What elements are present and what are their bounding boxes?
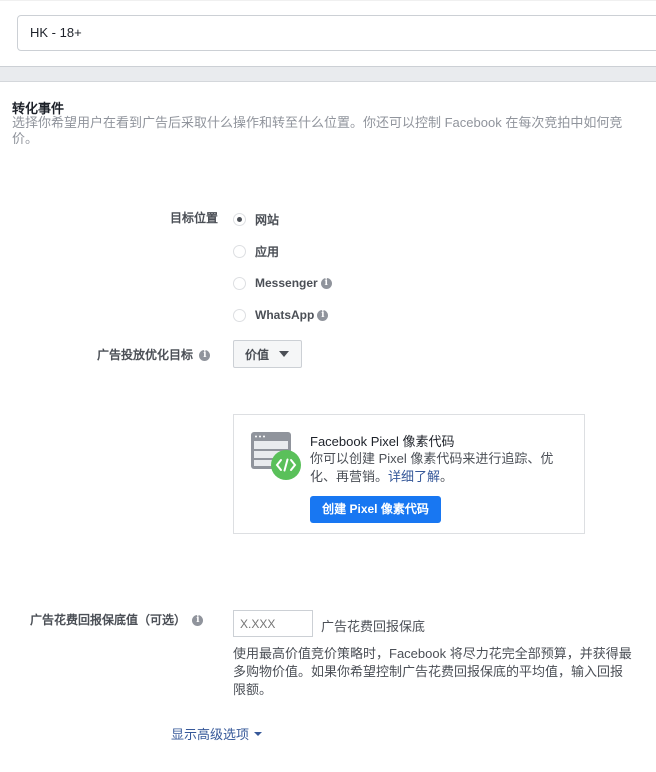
optimization-goal-dropdown[interactable]: 价值: [233, 340, 302, 368]
roas-floor-suffix: 广告花费回报保底: [321, 619, 426, 634]
pixel-desc-suffix: 。: [440, 469, 454, 484]
pixel-card: Facebook Pixel 像素代码 你可以创建 Pixel 像素代码来进行追…: [233, 414, 585, 534]
info-icon[interactable]: i: [320, 277, 332, 289]
info-icon[interactable]: i: [317, 309, 329, 321]
roas-help-text: 使用最高价值竞价策略时，Facebook 将尽力花完全部预算，并获得最多购物价值…: [233, 646, 632, 697]
optimization-goal-text: 广告投放优化目标: [97, 348, 194, 362]
destination-option-messenger[interactable]: Messenger i: [233, 275, 332, 291]
optimization-goal-label: 广告投放优化目标 i: [97, 346, 211, 363]
show-advanced-options-link[interactable]: 显示高级选项: [171, 724, 263, 743]
section-divider: [0, 66, 656, 82]
conversion-section: 转化事件 选择你希望用户在看到广告后采取什么操作和转至什么位置。你还可以控制 F…: [0, 82, 656, 772]
pixel-card-description: 你可以创建 Pixel 像素代码来进行追踪、优化、再营销。详细了解。: [310, 450, 570, 486]
dropdown-value: 价值: [245, 347, 270, 362]
pixel-card-title: Facebook Pixel 像素代码: [310, 434, 455, 449]
info-icon[interactable]: i: [199, 350, 211, 362]
destination-option-whatsapp[interactable]: WhatsApp i: [233, 307, 329, 323]
caret-down-icon: [279, 351, 290, 357]
option-label: Messenger: [255, 276, 318, 290]
create-pixel-button[interactable]: 创建 Pixel 像素代码: [310, 496, 441, 523]
radio-button[interactable]: [233, 244, 246, 258]
option-label: WhatsApp: [255, 308, 315, 322]
option-label: 网站: [255, 212, 280, 227]
audience-section: HK - 18+: [0, 0, 656, 66]
radio-button[interactable]: [233, 212, 246, 226]
roas-floor-input[interactable]: [233, 610, 313, 637]
browser-code-icon: [251, 432, 301, 480]
advanced-options-label: 显示高级选项: [171, 727, 250, 742]
radio-button[interactable]: [233, 276, 246, 290]
destination-label: 目标位置: [170, 211, 219, 225]
info-icon[interactable]: i: [192, 615, 204, 627]
destination-option-app[interactable]: 应用: [233, 243, 279, 259]
radio-selected-dot: [237, 216, 242, 222]
audience-name-field[interactable]: HK - 18+: [17, 15, 656, 51]
learn-more-link[interactable]: 详细了解: [388, 469, 440, 484]
radio-button[interactable]: [233, 308, 246, 322]
roas-floor-label: 广告花费回报保底值（可选） i: [30, 611, 204, 628]
section-description: 选择你希望用户在看到广告后采取什么操作和转至什么位置。你还可以控制 Facebo…: [12, 115, 623, 146]
option-label: 应用: [255, 244, 280, 259]
destination-option-website[interactable]: 网站: [233, 211, 279, 227]
caret-down-icon: [254, 731, 263, 736]
roas-floor-text: 广告花费回报保底值（可选）: [30, 613, 187, 627]
